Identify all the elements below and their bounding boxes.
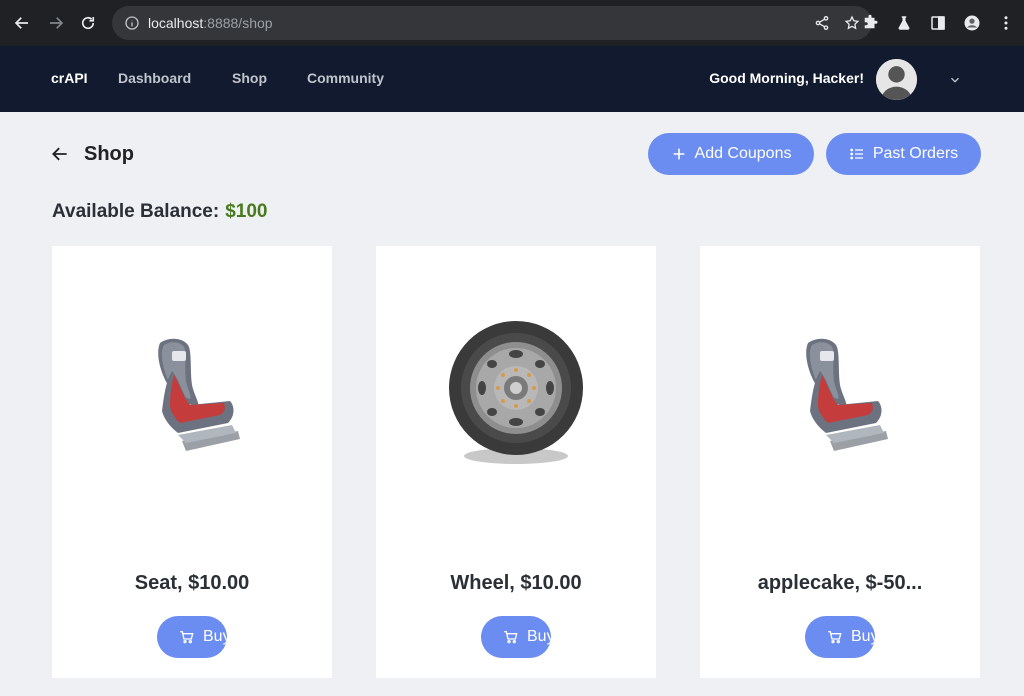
nav-link-shop[interactable]: Shop [232, 70, 267, 86]
add-coupons-label: Add Coupons [694, 145, 792, 162]
back-arrow-icon[interactable] [50, 144, 70, 164]
past-orders-button[interactable]: Past Orders [826, 133, 981, 175]
buy-button[interactable]: Buy [805, 616, 875, 658]
browser-toolbar: localhost:8888/shop [0, 0, 1024, 46]
product-name: Seat, $10.00 [134, 572, 250, 594]
shopping-cart-icon [504, 631, 518, 644]
buy-label: Buy [203, 628, 227, 645]
plus-icon [673, 148, 684, 160]
product-card: applecake, $-50... Buy [700, 246, 980, 678]
nav-link-community[interactable]: Community [307, 70, 384, 86]
forward-arrow-icon[interactable] [40, 7, 72, 39]
brand-logo[interactable]: crAPI [51, 70, 88, 86]
wheel-image [376, 306, 656, 486]
balance-value: $100 [225, 201, 268, 222]
buy-button[interactable]: Buy [481, 616, 551, 658]
extensions-icon[interactable] [858, 11, 882, 35]
buy-button[interactable]: Buy [157, 616, 227, 658]
chevron-down-icon[interactable] [948, 73, 962, 87]
car-seat-image [52, 306, 332, 486]
product-name: applecake, $-50... [757, 572, 923, 594]
info-icon[interactable] [124, 15, 140, 31]
back-arrow-icon[interactable] [6, 7, 38, 39]
profile-icon[interactable] [960, 11, 984, 35]
page-title: Shop [84, 143, 134, 165]
avatar[interactable] [876, 59, 917, 100]
balance-label: Available Balance: [52, 201, 220, 222]
shopping-cart-icon [180, 631, 194, 644]
add-coupons-button[interactable]: Add Coupons [648, 133, 814, 175]
list-icon [850, 148, 863, 160]
buy-label: Buy [851, 628, 875, 645]
buy-label: Buy [527, 628, 551, 645]
app-navbar: crAPI Dashboard Shop Community Good Morn… [0, 46, 1024, 112]
car-seat-image [700, 306, 980, 486]
product-card: Wheel, $10.00 Buy [376, 246, 656, 678]
shopping-cart-icon [828, 631, 842, 644]
product-card: Seat, $10.00 Buy [52, 246, 332, 678]
past-orders-label: Past Orders [872, 145, 959, 162]
nav-link-dashboard[interactable]: Dashboard [118, 70, 191, 86]
lab-flask-icon[interactable] [892, 11, 916, 35]
greeting-text: Good Morning, Hacker! [709, 70, 864, 86]
address-bar[interactable]: localhost:8888/shop [112, 6, 872, 40]
product-name: Wheel, $10.00 [450, 572, 582, 594]
share-icon[interactable] [814, 15, 830, 31]
more-menu-icon[interactable] [994, 11, 1018, 35]
reload-icon[interactable] [72, 7, 104, 39]
available-balance: Available Balance: $100 [52, 201, 268, 223]
side-panel-icon[interactable] [926, 11, 950, 35]
url-text: localhost:8888/shop [148, 15, 273, 31]
